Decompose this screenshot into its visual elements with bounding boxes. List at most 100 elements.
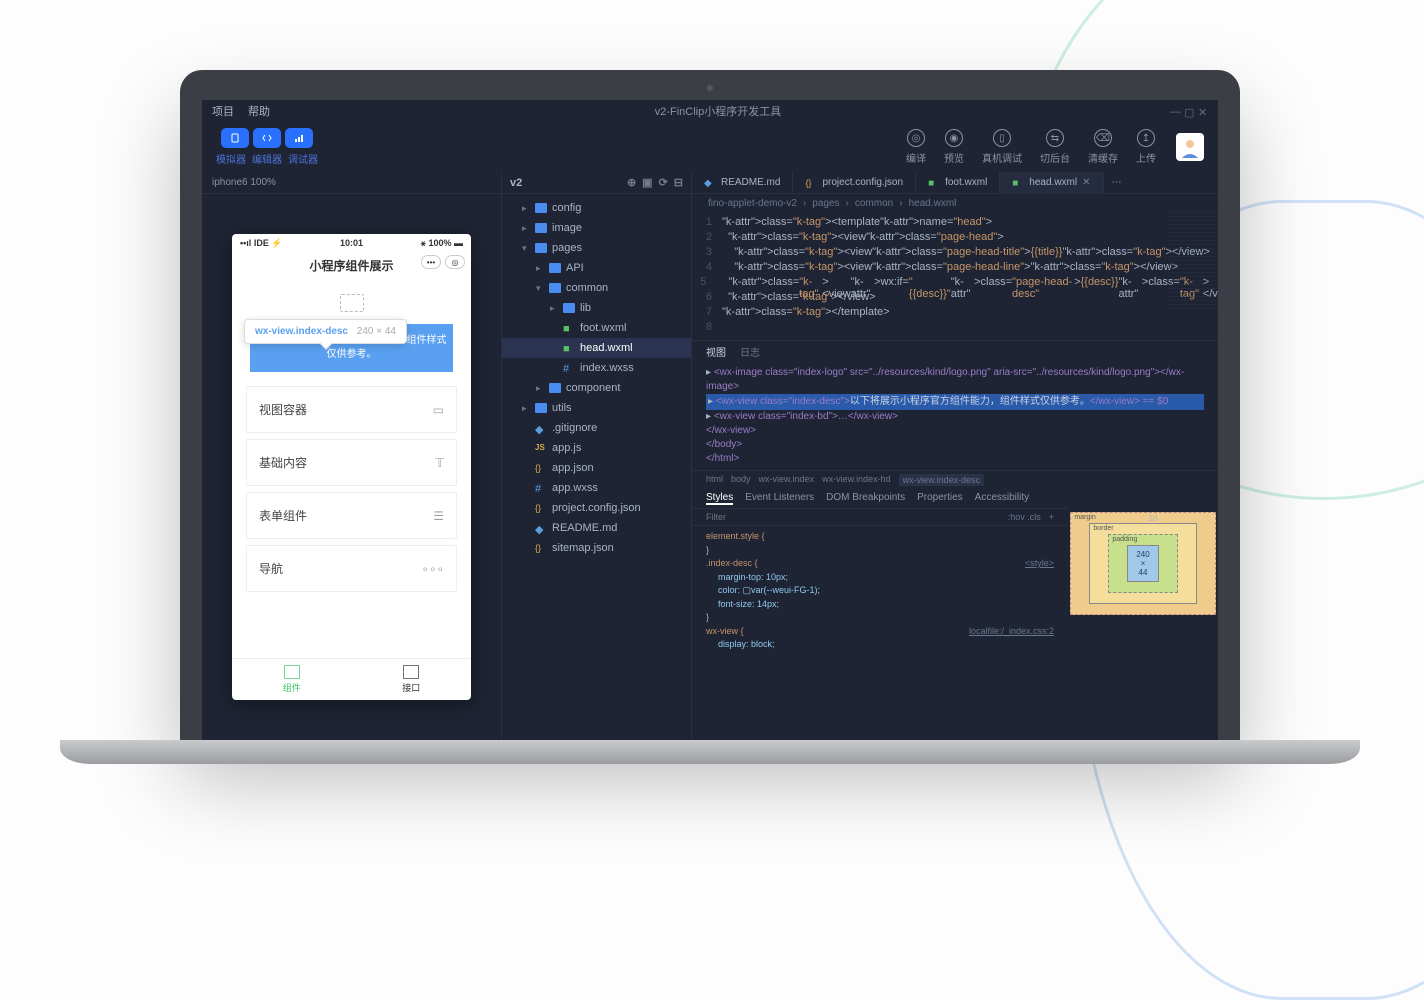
selector-crumb[interactable]: html — [706, 474, 723, 486]
battery-indicator: ⚹ 100% ▬ — [421, 238, 463, 249]
toolbar: 模拟器 编辑器 调试器 ◎编译 ◉预览 ▯真机调试 ⇆切后台 ⌫清缓存 ↥上传 — [202, 122, 1218, 172]
clock: 10:01 — [340, 238, 363, 249]
collapse-icon[interactable]: ⊟ — [674, 176, 683, 189]
editor-column: README.mdproject.config.jsonfoot.wxmlhea… — [692, 172, 1218, 740]
window-title: v2-FinClip小程序开发工具 — [270, 103, 1166, 119]
ide-window: 项目 帮助 v2-FinClip小程序开发工具 — ▢ ✕ 模拟器 编辑器 调试… — [202, 100, 1218, 740]
new-folder-icon[interactable]: ▣ — [642, 176, 652, 189]
tree-node[interactable]: head.wxml — [502, 338, 691, 358]
selector-crumb[interactable]: body — [731, 474, 751, 486]
tree-node[interactable]: .gitignore — [502, 418, 691, 438]
styles-filter-input[interactable] — [706, 512, 1008, 522]
refresh-icon[interactable]: ⟳ — [659, 176, 668, 189]
tree-node[interactable]: README.md — [502, 518, 691, 538]
editor-label: 编辑器 — [252, 151, 282, 166]
logo-placeholder — [340, 294, 364, 312]
css-rules[interactable]: element.style { } .index-desc {<style> m… — [692, 526, 1068, 656]
editor-tab[interactable]: head.wxml✕ — [1000, 172, 1103, 193]
editor-tab[interactable]: project.config.json — [793, 172, 916, 193]
crumb[interactable]: common — [855, 198, 893, 209]
box-model: margin10 border padding 240 × 44 — [1068, 471, 1218, 656]
dt-tab-view[interactable]: 视图 — [706, 344, 726, 359]
debugger-toggle[interactable] — [285, 128, 313, 148]
simulator-toggle[interactable] — [221, 128, 249, 148]
selector-crumb[interactable]: wx-view.index-hd — [822, 474, 891, 486]
selector-crumb[interactable]: wx-view.index-desc — [899, 474, 985, 486]
maximize-icon[interactable]: ▢ — [1184, 106, 1194, 116]
list-item[interactable]: 视图容器▭ — [246, 386, 457, 433]
tree-node[interactable]: ▾common — [502, 278, 691, 298]
tab-components[interactable]: 组件 — [232, 659, 352, 700]
tree-node[interactable]: foot.wxml — [502, 318, 691, 338]
editor-tab[interactable]: foot.wxml — [916, 172, 1000, 193]
devtools-subtab[interactable]: Properties — [917, 492, 963, 505]
debugger-label: 调试器 — [288, 151, 318, 166]
phone-preview: ••ıl IDE ⚡ 10:01 ⚹ 100% ▬ 小程序组件展示 ••• ◎ … — [232, 234, 471, 700]
tree-node[interactable]: index.wxss — [502, 358, 691, 378]
sim-label: 模拟器 — [216, 151, 246, 166]
more-icon[interactable]: ••• — [421, 255, 441, 269]
new-file-icon[interactable]: ⊕ — [627, 176, 636, 189]
compile-button[interactable]: ◎编译 — [906, 129, 926, 165]
close-icon[interactable]: ✕ — [1198, 106, 1208, 116]
hov-cls[interactable]: :hov .cls — [1008, 512, 1041, 522]
crumb[interactable]: head.wxml — [909, 198, 957, 209]
tab-overflow-icon[interactable]: ⋯ — [1104, 172, 1130, 193]
tree-node[interactable]: app.wxss — [502, 478, 691, 498]
laptop-frame: 项目 帮助 v2-FinClip小程序开发工具 — ▢ ✕ 模拟器 编辑器 调试… — [180, 70, 1240, 764]
editor-toggle[interactable] — [253, 128, 281, 148]
tree-node[interactable]: ▸lib — [502, 298, 691, 318]
home-icon[interactable]: ◎ — [445, 255, 465, 269]
simulator-pane: iphone6 100% ••ıl IDE ⚡ 10:01 ⚹ 100% ▬ 小… — [202, 172, 502, 740]
camera-dot — [707, 85, 713, 91]
cache-button[interactable]: ⌫清缓存 — [1088, 129, 1118, 165]
minimize-icon[interactable]: — — [1170, 106, 1180, 116]
menu-help[interactable]: 帮助 — [248, 103, 270, 119]
crumb[interactable]: pages — [812, 198, 839, 209]
realdevice-button[interactable]: ▯真机调试 — [982, 129, 1022, 165]
backstage-button[interactable]: ⇆切后台 — [1040, 129, 1070, 165]
menu-project[interactable]: 项目 — [212, 103, 234, 119]
tree-node[interactable]: ▾pages — [502, 238, 691, 258]
list-item[interactable]: 导航∘∘∘ — [246, 545, 457, 592]
inspect-tooltip: wx-view.index-desc 240 × 44 — [244, 319, 407, 344]
devtools-subtab[interactable]: Accessibility — [975, 492, 1029, 505]
laptop-base — [60, 740, 1360, 764]
tree-node[interactable]: ▸config — [502, 198, 691, 218]
tree-node[interactable]: project.config.json — [502, 498, 691, 518]
signal-indicator: ••ıl IDE ⚡ — [240, 238, 283, 249]
simulator-status: iphone6 100% — [202, 172, 501, 194]
explorer-header: v2 ⊕ ▣ ⟳ ⊟ — [502, 172, 691, 194]
tab-api[interactable]: 接口 — [352, 659, 472, 700]
tree-node[interactable]: app.js — [502, 438, 691, 458]
editor-tab[interactable]: README.md — [692, 172, 793, 193]
breadcrumb: fino-applet-demo-v2 › pages › common › h… — [692, 194, 1218, 212]
tree-node[interactable]: sitemap.json — [502, 538, 691, 558]
devtools-subtab[interactable]: Event Listeners — [745, 492, 814, 505]
crumb[interactable]: fino-applet-demo-v2 — [708, 198, 797, 209]
devtools-subtab[interactable]: DOM Breakpoints — [826, 492, 905, 505]
avatar[interactable] — [1176, 133, 1204, 161]
dt-tab-log[interactable]: 日志 — [740, 344, 760, 359]
file-explorer: v2 ⊕ ▣ ⟳ ⊟ ▸config▸image▾pages▸API▾commo… — [502, 172, 692, 740]
code-editor[interactable]: 1"k-attr">class="k-tag"><template "k-att… — [692, 212, 1218, 340]
list-item[interactable]: 表单组件☰ — [246, 492, 457, 539]
tree-node[interactable]: ▸utils — [502, 398, 691, 418]
tree-node[interactable]: app.json — [502, 458, 691, 478]
add-rule-icon[interactable]: + — [1049, 512, 1054, 522]
devtools-subtab[interactable]: Styles — [706, 492, 733, 505]
close-tab-icon[interactable]: ✕ — [1082, 177, 1090, 188]
titlebar: 项目 帮助 v2-FinClip小程序开发工具 — ▢ ✕ — [202, 100, 1218, 122]
minimap[interactable] — [1168, 212, 1218, 312]
selector-crumb[interactable]: wx-view.index — [759, 474, 815, 486]
preview-button[interactable]: ◉预览 — [944, 129, 964, 165]
view-toggles: 模拟器 编辑器 调试器 — [216, 128, 318, 166]
devtools-panel: 视图 日志 ▸ <wx-image class="index-logo" src… — [692, 340, 1218, 740]
dom-tree[interactable]: ▸ <wx-image class="index-logo" src="../r… — [692, 362, 1218, 470]
tree-node[interactable]: ▸image — [502, 218, 691, 238]
editor-tabs: README.mdproject.config.jsonfoot.wxmlhea… — [692, 172, 1218, 194]
tree-node[interactable]: ▸API — [502, 258, 691, 278]
upload-button[interactable]: ↥上传 — [1136, 129, 1156, 165]
list-item[interactable]: 基础内容𝕋 — [246, 439, 457, 486]
tree-node[interactable]: ▸component — [502, 378, 691, 398]
